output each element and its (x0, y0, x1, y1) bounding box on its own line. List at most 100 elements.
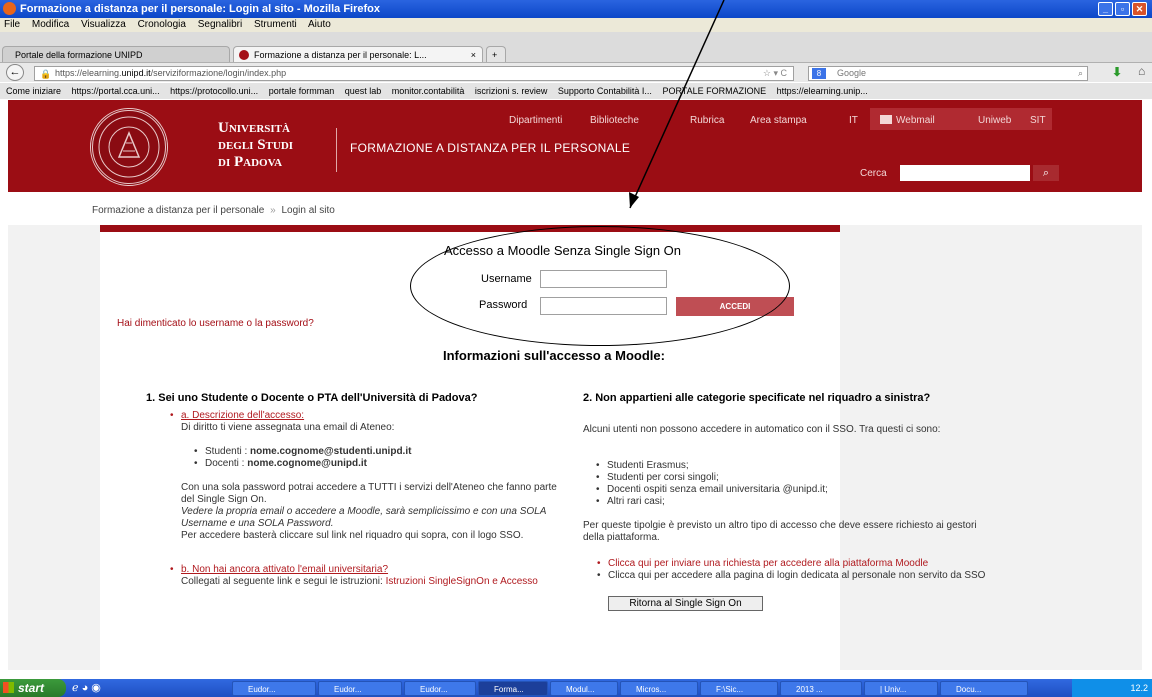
tab-label: Formazione a distanza per il personale: … (254, 50, 427, 60)
staff-login-link[interactable]: Clicca qui per accedere alla pagina di l… (597, 570, 988, 582)
bookmark[interactable]: https://elearning.unip... (777, 86, 868, 96)
forgot-password-link[interactable]: Hai dimenticato lo username o la passwor… (117, 318, 314, 329)
close-button[interactable]: ✕ (1132, 2, 1147, 16)
site-name[interactable]: FORMAZIONE A DISTANZA PER IL PERSONALE (350, 141, 630, 155)
link-sit[interactable]: SIT (1030, 115, 1046, 126)
menu-visualizza[interactable]: Visualizza (81, 19, 126, 30)
bookmark[interactable]: https://portal.cca.uni... (72, 86, 160, 96)
link-uniweb[interactable]: Uniweb (978, 115, 1011, 126)
google-engine-icon[interactable]: 8 (812, 68, 826, 79)
taskbar-item[interactable]: 2013 ... (780, 681, 862, 696)
search-icon: ⌕ (1042, 166, 1050, 179)
access-description-link[interactable]: a. Descrizione dell'accesso: (170, 410, 304, 422)
sso-paragraph-2: Vedere la propria email o accedere a Moo… (181, 506, 546, 529)
university-name[interactable]: Università degli Studi di Padova (218, 120, 293, 171)
site-search-button[interactable]: ⌕ (1033, 165, 1059, 181)
menu-aiuto[interactable]: Aiuto (308, 19, 331, 30)
university-line2: degli Studi (218, 137, 294, 153)
tab-bar: Portale della formazione UNIPD Formazion… (0, 32, 1152, 63)
site-search-input[interactable] (900, 165, 1030, 181)
site-search-label: Cerca (860, 168, 887, 179)
search-placeholder: Google (837, 68, 867, 78)
activate-email-link[interactable]: b. Non hai ancora attivato l'email unive… (170, 564, 388, 576)
menu-file[interactable]: File (4, 19, 20, 30)
left-heading: 1. Sei uno Studente o Docente o PTA dell… (146, 392, 478, 404)
bookmark[interactable]: portale formman (269, 86, 335, 96)
minimize-button[interactable]: _ (1098, 2, 1113, 16)
students-label: Studenti : (205, 446, 251, 457)
bookmark[interactable]: monitor.contabilità (392, 86, 465, 96)
bookmarks-bar: Come iniziare https://portal.cca.uni... … (0, 83, 1152, 99)
menu-strumenti[interactable]: Strumenti (254, 19, 297, 30)
taskbar-item-active[interactable]: Forma... (478, 681, 548, 696)
taskbar-item[interactable]: F:\Sic... (700, 681, 778, 696)
clock[interactable]: 12.2 (1130, 683, 1148, 693)
annotation-circle (410, 226, 790, 346)
start-button[interactable]: start (0, 679, 66, 697)
url-domain: unipd.it (121, 68, 151, 78)
taskbar-item[interactable]: Eudor... (232, 681, 316, 696)
breadcrumb-home[interactable]: Formazione a distanza per il personale (92, 205, 264, 216)
url-prefix: https://elearning. (55, 68, 122, 78)
link-webmail[interactable]: Webmail (896, 115, 935, 126)
taskbar-item[interactable]: Eudor... (404, 681, 476, 696)
url-path: /serviziformazione/login/index.php (150, 68, 287, 78)
menu-segnalibri[interactable]: Segnalibri (198, 19, 242, 30)
activate-email-text: Collegati al seguente link e segui le is… (181, 576, 567, 588)
sso-paragraph-1: Con una sola password potrai accedere a … (181, 482, 557, 505)
tab-formazione[interactable]: Formazione a distanza per il personale: … (233, 46, 483, 63)
system-tray: 12.2 (1072, 679, 1152, 697)
unipd-favicon-icon (239, 50, 249, 60)
lock-icon: 🔒 (40, 69, 52, 79)
right-heading: 2. Non appartieni alle categorie specifi… (583, 392, 931, 404)
taskbar-item[interactable]: Eudor... (318, 681, 402, 696)
bookmark[interactable]: quest lab (345, 86, 382, 96)
access-description-text: Di diritto ti viene assegnata una email … (181, 422, 395, 433)
right-paragraph-1: Alcuni utenti non possono accedere in au… (583, 424, 941, 435)
mail-icon (880, 115, 892, 124)
bookmark[interactable]: iscrizioni s. review (475, 86, 548, 96)
request-access-link[interactable]: Clicca qui per inviare una richiesta per… (597, 558, 988, 570)
download-icon[interactable]: ⬇ (1112, 65, 1122, 79)
window-title-bar[interactable]: Formazione a distanza per il personale: … (0, 0, 1152, 18)
taskbar-item[interactable]: Modul... (550, 681, 618, 696)
maximize-button[interactable]: ▫ (1115, 2, 1130, 16)
taskbar-item[interactable]: | Univ... (864, 681, 938, 696)
quicklaunch-icons[interactable]: ℯ ◕ ◉ (72, 681, 101, 694)
breadcrumb: Formazione a distanza per il personale »… (92, 205, 335, 216)
bookmark[interactable]: Come iniziare (6, 86, 61, 96)
sso-instructions-link[interactable]: Istruzioni SingleSignOn e Accesso (386, 576, 538, 587)
teachers-email-item: Docenti : nome.cognome@unipd.it (194, 458, 367, 470)
seal-graphic (98, 116, 160, 178)
back-icon[interactable]: ← (6, 64, 24, 81)
menu-modifica[interactable]: Modifica (32, 19, 69, 30)
reload-icon[interactable]: ☆ ▾ C (763, 67, 787, 80)
search-bar[interactable]: 8 Google ⌕ (808, 66, 1088, 81)
link-lang-it[interactable]: IT (849, 115, 858, 126)
list-item: Altri rari casi; (596, 496, 665, 508)
university-seal-logo[interactable] (90, 108, 168, 186)
students-email: nome.cognome@studenti.unipd.it (250, 446, 412, 457)
tab-portale[interactable]: Portale della formazione UNIPD (2, 46, 230, 63)
search-icon[interactable]: ⌕ (1078, 67, 1083, 80)
firefox-icon (3, 2, 16, 15)
info-title: Informazioni sull'accesso a Moodle: (443, 348, 665, 363)
header-divider (336, 128, 337, 172)
link-area-stampa[interactable]: Area stampa (750, 115, 807, 126)
new-tab-button[interactable]: + (486, 46, 506, 63)
home-icon[interactable]: ⌂ (1138, 64, 1145, 78)
list-item: Studenti per corsi singoli; (596, 472, 719, 484)
taskbar-item[interactable]: Docu... (940, 681, 1028, 696)
university-line3: di Padova (218, 154, 283, 170)
bookmark[interactable]: https://protocollo.uni... (170, 86, 258, 96)
menu-cronologia[interactable]: Cronologia (138, 19, 186, 30)
sso-paragraph-3: Per accedere basterà cliccare sul link n… (181, 530, 524, 541)
tab-close-icon[interactable]: × (471, 47, 476, 63)
list-item: Docenti ospiti senza email universitaria… (596, 484, 828, 496)
tab-label: Portale della formazione UNIPD (15, 50, 143, 60)
taskbar-item[interactable]: Micros... (620, 681, 698, 696)
teachers-email: nome.cognome@unipd.it (247, 458, 367, 469)
teachers-label: Docenti : (205, 458, 248, 469)
return-sso-button[interactable]: Ritorna al Single Sign On (608, 596, 763, 611)
link-dipartimenti[interactable]: Dipartimenti (509, 115, 562, 126)
